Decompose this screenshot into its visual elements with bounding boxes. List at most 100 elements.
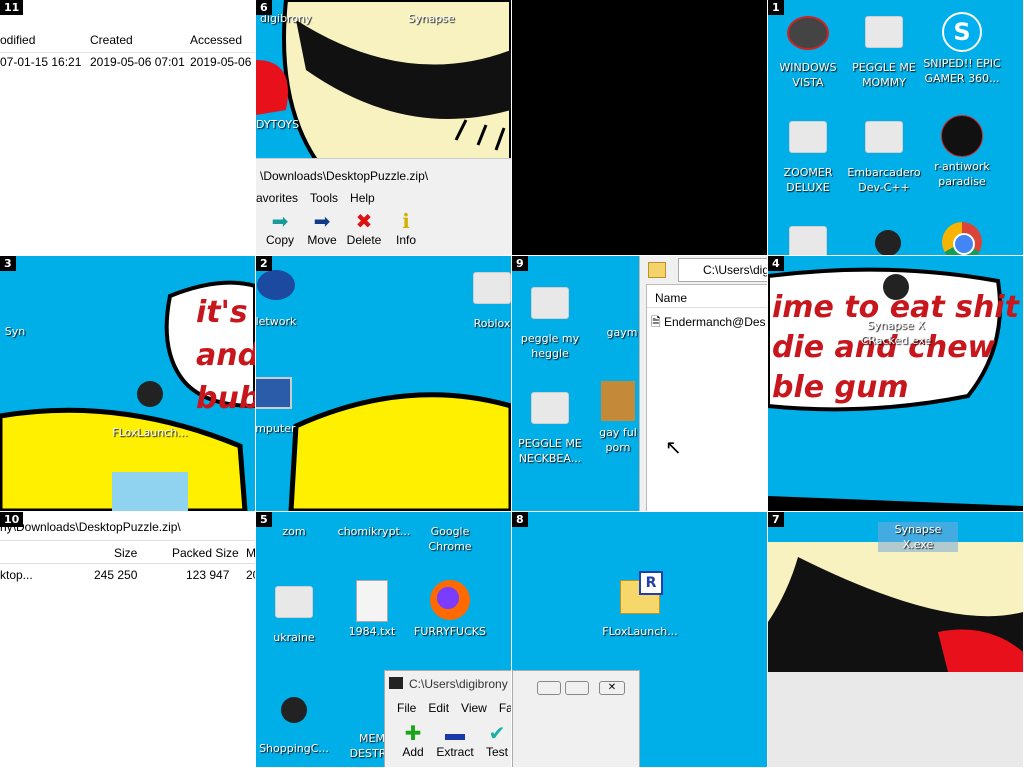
tile-1[interactable]: 1 WINDOWS VISTA PEGGLE ME MOMMY S SNIPED!…: [768, 0, 1023, 255]
desktop-icon-synapse-x[interactable]: Synapse X.exe: [878, 512, 958, 552]
desktop-icon-roblox[interactable]: Roblox: [452, 266, 511, 331]
menu-edit[interactable]: Edit: [428, 701, 449, 715]
tile-7[interactable]: 7 Synapse X.exe: [768, 512, 1023, 767]
close-icon: ✕: [607, 682, 617, 693]
icon-label: Synapse X CRacked.exe: [860, 319, 932, 347]
desktop-icon-ukraine[interactable]: ukraine: [256, 580, 334, 645]
icon-label: ukraine: [273, 631, 315, 644]
info-button[interactable]: ℹ Info: [382, 211, 430, 247]
close-button[interactable]: ✕: [599, 681, 625, 695]
7zip-window-fragment: C:\Users\digibrony File Edit View Fa ✚ Add ▬…: [384, 670, 511, 767]
extract-button[interactable]: ▬ Extract: [431, 723, 479, 759]
desktop-icon-synapse-cracked[interactable]: Synapse X CRacked.exe: [856, 264, 936, 348]
address-path[interactable]: ny\Downloads\DesktopPuzzle.zip\: [0, 520, 181, 534]
cell-modified: 07-01-15 16:21: [0, 55, 82, 69]
desktop-icon-sniped[interactable]: S SNIPED!! EPIC GAMER 360...: [922, 10, 1002, 86]
menu-view[interactable]: View: [461, 701, 487, 715]
column-size[interactable]: Size: [114, 546, 137, 560]
tile-3[interactable]: 3 it's t and bubb Syn FLoxLaunch...: [0, 256, 255, 511]
move-label: Move: [307, 233, 337, 247]
menu-tools[interactable]: Tools: [310, 191, 338, 205]
icon-label: FURRYFUCKS: [414, 625, 486, 638]
icon-label-brand[interactable]: DYTOYS: [256, 118, 299, 131]
desktop-icon-computer[interactable]: omputer: [256, 371, 312, 436]
copy-button[interactable]: ➡ Copy: [256, 211, 304, 247]
menu-favorites[interactable]: avorites: [256, 191, 298, 205]
add-button[interactable]: ✚ Add: [389, 723, 437, 759]
bomb-icon: [897, 512, 939, 520]
tile-4[interactable]: 4 ime to eat shit die and chew ble gum S…: [768, 256, 1023, 511]
tile-number: 1: [768, 0, 784, 15]
delete-button[interactable]: ✖ Delete: [340, 211, 388, 247]
mouse-cursor-icon: ↖: [665, 435, 682, 459]
table-row[interactable]: 07-01-15 16:21 2019-05-06 07:01 2019-05-…: [0, 53, 255, 73]
desktop-icon-shoppingc[interactable]: ShoppingC...: [256, 687, 334, 756]
desktop-icon-chomikrypt[interactable]: chomikrypt...: [334, 512, 414, 539]
desktop-icon-network[interactable]: letwork: [256, 266, 316, 329]
test-button[interactable]: ✔ Test: [473, 723, 511, 759]
minimize-button[interactable]: [537, 681, 561, 695]
up-folder-icon[interactable]: [648, 262, 666, 278]
desktop-icon-floxlauncher[interactable]: FLoxLaunch...: [110, 371, 190, 440]
column-modified[interactable]: M: [246, 546, 255, 560]
bubble-line: ble gum: [772, 370, 909, 405]
column-name[interactable]: Name: [655, 291, 687, 305]
icon-label: FLoxLaunch...: [602, 625, 678, 638]
tile-10[interactable]: 10 ny\Downloads\DesktopPuzzle.zip\ Size …: [0, 512, 255, 767]
bubble-line: it's t: [196, 295, 255, 330]
explorer-window-fragment: C:\Users\dig Name 🗎 Endermanch@Des ↖: [639, 256, 767, 511]
menu-favorites[interactable]: Fa: [499, 701, 511, 715]
desktop-icon-chrome[interactable]: [922, 220, 1002, 255]
desktop-icon-peggle-my-heggle[interactable]: peggle my heggle: [512, 281, 590, 361]
desktop-icon-peggle-me-mommy[interactable]: PEGGLE ME MOMMY: [844, 10, 924, 90]
folder-icon: R: [619, 571, 663, 622]
copy-icon: ➡: [271, 211, 289, 233]
chrome-icon: [941, 222, 983, 255]
address-path[interactable]: \Downloads\DesktopPuzzle.zip\: [260, 169, 428, 183]
desktop-icon-1984-txt[interactable]: 1984.txt: [332, 580, 412, 639]
tile-6[interactable]: 6 digibrony Synapse DYTOYS \Downloads\De…: [256, 0, 511, 255]
bubble-line: and: [196, 338, 255, 373]
column-created[interactable]: Created: [90, 33, 133, 47]
desktop-icon-furryfucks[interactable]: FURRYFUCKS: [410, 580, 490, 639]
vista-icon: [787, 16, 829, 58]
column-modified[interactable]: odified: [0, 33, 35, 47]
tile-number: 2: [256, 256, 272, 271]
bubble-line: bubb: [196, 381, 255, 416]
empty-slot[interactable]: [512, 0, 767, 255]
desktop-icon-file[interactable]: [768, 220, 848, 255]
menu-help[interactable]: Help: [350, 191, 375, 205]
delete-label: Delete: [346, 233, 382, 247]
table-row[interactable]: ktop... 245 250 123 947 20: [0, 566, 255, 586]
file-row[interactable]: 🗎 Endermanch@Des: [651, 313, 766, 334]
menu-file[interactable]: File: [397, 701, 416, 715]
computer-icon: [256, 377, 293, 419]
move-icon: ➡: [313, 211, 331, 233]
column-accessed[interactable]: Accessed: [190, 33, 242, 47]
desktop-icon-bomb[interactable]: [848, 220, 928, 255]
file-icon: [863, 121, 905, 163]
desktop-icon-antiwork[interactable]: r-antiwork paradise: [922, 115, 1002, 189]
desktop-icon-windows-vista[interactable]: WINDOWS VISTA: [768, 10, 848, 90]
desktop-icon-floxlauncher[interactable]: R FLoxLaunch...: [600, 571, 680, 639]
desktop-icon-zoomer-deluxe[interactable]: ZOOMER DELUXE: [768, 115, 848, 195]
tile-5[interactable]: 5 zom chomikrypt... Google Chrome ukrain…: [256, 512, 511, 767]
file-icon: [471, 272, 511, 314]
maximize-button[interactable]: [565, 681, 589, 695]
desktop-icon-google-chrome[interactable]: Google Chrome: [410, 512, 490, 554]
column-packed-size[interactable]: Packed Size: [172, 546, 239, 560]
extract-icon: ▬: [445, 723, 465, 745]
move-button[interactable]: ➡ Move: [298, 211, 346, 247]
tile-2[interactable]: 2 letwork Roblox omputer: [256, 256, 511, 511]
file-icon: [863, 16, 905, 58]
tile-11[interactable]: 11 odified Created Accessed 07-01-15 16:…: [0, 0, 255, 255]
desktop-icon-devcpp[interactable]: Embarcadero Dev-C++: [844, 115, 924, 195]
cell-size: 245 250: [94, 568, 138, 582]
address-bar[interactable]: C:\Users\dig: [678, 258, 767, 282]
icon-label-synapse[interactable]: Synapse: [408, 12, 455, 25]
file-icon: [787, 121, 829, 163]
icon-label: Syn: [4, 325, 26, 338]
desktop-icon-synapse[interactable]: Syn: [0, 280, 55, 339]
tile-8[interactable]: 8 R FLoxLaunch... ✕: [512, 512, 767, 767]
tile-9[interactable]: 9 peggle my heggle gaym PEGGLE ME NECKBE…: [512, 256, 767, 511]
